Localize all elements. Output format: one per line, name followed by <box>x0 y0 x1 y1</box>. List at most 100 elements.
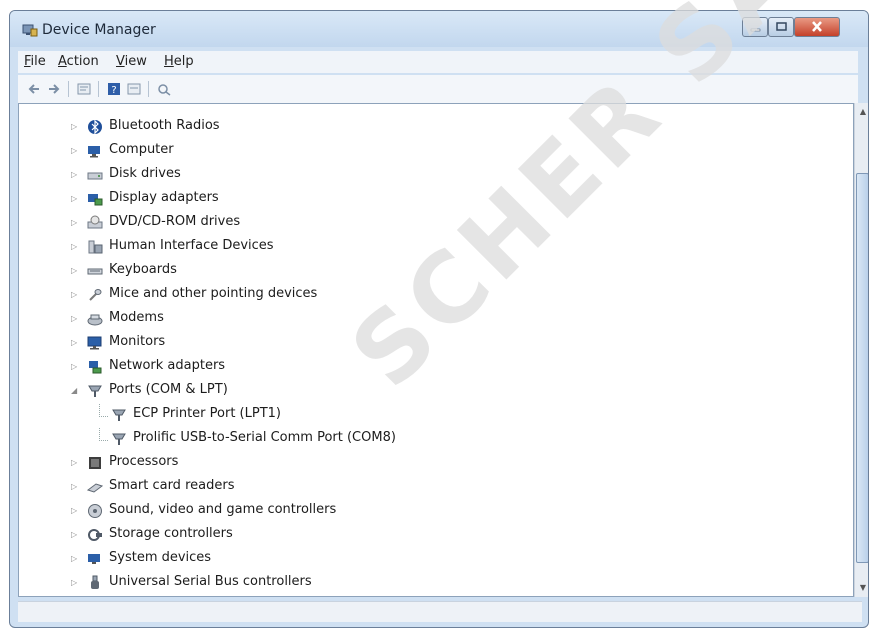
tree-label: Ports (COM & LPT) <box>109 382 228 397</box>
scroll-up-icon[interactable]: ▲ <box>855 104 868 120</box>
tree-category[interactable]: ▷ Modems <box>19 308 839 330</box>
menu-action[interactable]: Action <box>58 54 99 69</box>
close-button[interactable] <box>794 17 840 37</box>
tree-label: DVD/CD-ROM drives <box>109 214 241 229</box>
menu-bar: File Action View Help <box>18 51 858 73</box>
tree-connector <box>99 428 108 441</box>
monitor-icon <box>87 336 102 350</box>
usb-icon <box>91 575 99 589</box>
tree-label: Computer <box>109 142 174 157</box>
close-icon <box>812 21 822 32</box>
tree-label: Sound, video and game controllers <box>109 502 337 517</box>
collapsed-arrow-icon[interactable]: ▷ <box>71 554 77 564</box>
help-icon[interactable]: ? <box>106 81 122 97</box>
tree-label: Monitors <box>109 334 166 349</box>
properties-icon[interactable] <box>76 81 92 97</box>
toolbar-separator <box>68 81 69 97</box>
tree-category[interactable]: ▷ Bluetooth Radios <box>19 116 839 138</box>
device-tree[interactable]: ▷ Bluetooth Radios ▷ Computer ▷ Disk drives ▷ D… <box>18 103 854 597</box>
network-adapter-icon <box>89 361 102 374</box>
tree-label: Processors <box>109 454 179 469</box>
vertical-scrollbar[interactable]: ▲ ▼ <box>854 103 868 597</box>
collapsed-arrow-icon[interactable]: ▷ <box>71 506 77 516</box>
collapsed-arrow-icon[interactable]: ▷ <box>71 458 77 468</box>
scroll-down-icon[interactable]: ▼ <box>855 580 868 596</box>
tree-label: Smart card readers <box>109 478 235 493</box>
back-icon[interactable] <box>26 81 42 97</box>
tree-category[interactable]: ▷ Smart card readers <box>19 476 839 498</box>
display-adapter-icon <box>88 194 103 206</box>
update-driver-icon[interactable] <box>156 81 172 97</box>
expanded-arrow-icon[interactable]: ◢ <box>71 386 77 396</box>
collapsed-arrow-icon[interactable]: ▷ <box>71 242 77 252</box>
collapsed-arrow-icon[interactable]: ▷ <box>71 122 77 132</box>
menu-view[interactable]: View <box>116 54 147 69</box>
collapsed-arrow-icon[interactable]: ▷ <box>71 290 77 300</box>
tree-label: Storage controllers <box>109 526 233 541</box>
status-bar <box>18 601 862 622</box>
forward-icon[interactable] <box>46 81 62 97</box>
keyboard-icon <box>87 268 103 275</box>
tree-category[interactable]: ▷ Human Interface Devices <box>19 236 839 258</box>
tree-category[interactable]: ▷ Disk drives <box>19 164 839 186</box>
tree-category[interactable]: ▷ Display adapters <box>19 188 839 210</box>
tree-device[interactable]: Prolific USB-to-Serial Comm Port (COM8) <box>19 428 839 450</box>
tree-category[interactable]: ◢ Ports (COM & LPT) <box>19 380 839 402</box>
svg-text:?: ? <box>111 85 116 96</box>
modem-icon <box>87 314 103 326</box>
tree-category[interactable]: ▷ Universal Serial Bus controllers <box>19 572 839 594</box>
collapsed-arrow-icon[interactable]: ▷ <box>71 482 77 492</box>
tree-category[interactable]: ▷ Keyboards <box>19 260 839 282</box>
toolbar-separator <box>148 81 149 97</box>
system-devices-icon <box>88 554 100 564</box>
tree-label: Universal Serial Bus controllers <box>109 574 312 589</box>
scan-icon[interactable] <box>126 81 142 97</box>
tree-connector <box>99 404 108 417</box>
toolbar: ? <box>18 75 858 104</box>
tree-label: Modems <box>109 310 164 325</box>
collapsed-arrow-icon[interactable]: ▷ <box>71 218 77 228</box>
menu-help[interactable]: Help <box>164 54 194 69</box>
tree-category[interactable]: ▷ Storage controllers <box>19 524 839 546</box>
collapsed-arrow-icon[interactable]: ▷ <box>71 362 77 372</box>
collapsed-arrow-icon[interactable]: ▷ <box>71 170 77 180</box>
port-icon <box>112 433 126 445</box>
optical-drive-icon <box>87 215 103 229</box>
tree-category[interactable]: ▷ Monitors <box>19 332 839 354</box>
port-icon <box>112 409 126 421</box>
tree-label: Bluetooth Radios <box>109 118 220 133</box>
collapsed-arrow-icon[interactable]: ▷ <box>71 338 77 348</box>
tree-device[interactable]: ECP Printer Port (LPT1) <box>19 404 839 426</box>
tree-category[interactable]: ▷ DVD/CD-ROM drives <box>19 212 839 234</box>
minimize-icon <box>750 28 761 32</box>
tree-category[interactable]: ▷ Mice and other pointing devices <box>19 284 839 306</box>
minimize-button[interactable] <box>742 17 768 37</box>
toolbar-separator <box>98 81 99 97</box>
collapsed-arrow-icon[interactable]: ▷ <box>71 194 77 204</box>
sound-icon <box>88 504 102 518</box>
tree-category[interactable]: ▷ Processors <box>19 452 839 474</box>
window-title: Device Manager <box>42 22 156 38</box>
collapsed-arrow-icon[interactable]: ▷ <box>71 578 77 588</box>
collapsed-arrow-icon[interactable]: ▷ <box>71 530 77 540</box>
collapsed-arrow-icon[interactable]: ▷ <box>71 146 77 156</box>
tree-category[interactable]: ▷ Sound, video and game controllers <box>19 500 839 522</box>
scrollbar-thumb[interactable] <box>856 173 868 563</box>
smart-card-icon <box>87 483 103 493</box>
collapsed-arrow-icon[interactable]: ▷ <box>71 314 77 324</box>
collapsed-arrow-icon[interactable]: ▷ <box>71 266 77 276</box>
port-icon <box>88 385 102 397</box>
maximize-button[interactable] <box>768 17 794 37</box>
tree-label: Disk drives <box>109 166 181 181</box>
tree-label: System devices <box>109 550 212 565</box>
menu-file[interactable]: File <box>24 54 46 69</box>
tree-category[interactable]: ▷ Network adapters <box>19 356 839 378</box>
tree-category[interactable]: ▷ Computer <box>19 140 839 162</box>
hid-icon <box>88 240 103 254</box>
computer-icon <box>88 146 100 158</box>
title-bar[interactable]: Device Manager <box>10 11 868 47</box>
tree-label: Prolific USB-to-Serial Comm Port (COM8) <box>133 430 396 445</box>
processor-icon <box>89 457 101 469</box>
tree-label: Mice and other pointing devices <box>109 286 318 301</box>
tree-category[interactable]: ▷ System devices <box>19 548 839 570</box>
